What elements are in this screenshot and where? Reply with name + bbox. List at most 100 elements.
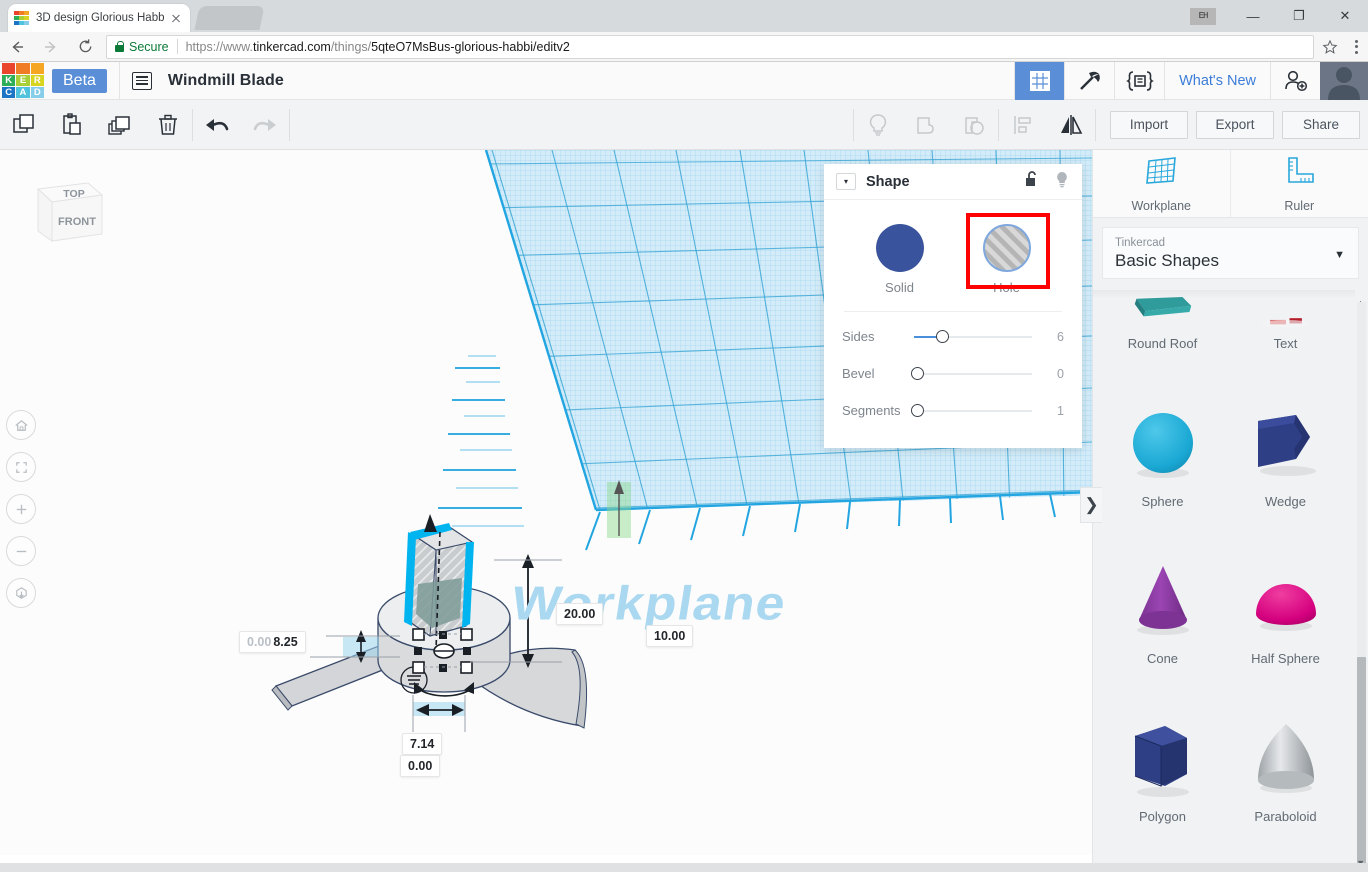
zoom-in-icon[interactable] <box>6 494 36 524</box>
segments-slider[interactable] <box>911 403 1032 418</box>
avatar[interactable] <box>1320 61 1368 100</box>
shape-panel-divider <box>844 311 1062 312</box>
browser-menu-icon[interactable] <box>1344 32 1368 62</box>
tinkercad-top-bar: K E R C A D Beta Windmill Blade What's N… <box>0 61 1368 100</box>
undo-icon[interactable] <box>193 100 241 150</box>
copy-icon[interactable] <box>0 100 48 150</box>
cone-thumb <box>1136 566 1189 636</box>
shape-inspector-panel: ▾ Shape Solid Hole Sides 6 Bevel 0 Segme… <box>824 164 1082 448</box>
close-window-button[interactable]: ✕ <box>1322 0 1368 32</box>
sphere-thumb <box>1132 412 1193 478</box>
fit-icon[interactable] <box>6 452 36 482</box>
segments-slider-row: Segments 1 <box>838 392 1068 429</box>
minimize-button[interactable]: — <box>1230 0 1276 32</box>
window-extra-badge[interactable]: EH <box>1190 7 1216 25</box>
segments-slider-knob[interactable] <box>911 403 924 417</box>
toolbar-divider-2 <box>289 108 290 141</box>
unlock-icon[interactable] <box>1024 170 1040 193</box>
bevel-slider-knob[interactable] <box>911 366 924 380</box>
trash-icon[interactable] <box>144 100 192 150</box>
reload-button[interactable] <box>68 32 102 62</box>
bevel-slider[interactable] <box>911 366 1032 381</box>
hole-swatch[interactable]: Hole <box>964 216 1050 301</box>
sides-slider-row: Sides 6 <box>838 318 1068 355</box>
sidebar-scrollbar[interactable] <box>1357 302 1366 872</box>
forward-button[interactable] <box>34 32 68 62</box>
import-button[interactable]: Import <box>1110 110 1188 139</box>
duplicate-icon[interactable] <box>96 100 144 150</box>
sides-slider-knob[interactable] <box>936 329 950 343</box>
sides-slider[interactable] <box>914 329 1032 344</box>
zoom-out-icon[interactable] <box>6 536 36 566</box>
tinkercad-logo[interactable]: K E R C A D <box>0 62 46 100</box>
grid-icon[interactable] <box>1014 61 1065 100</box>
lightbulb-icon[interactable] <box>854 100 902 150</box>
solid-swatch[interactable]: Solid <box>857 216 943 301</box>
shape-item-wedge[interactable]: Wedge <box>1224 379 1347 517</box>
project-list-icon[interactable] <box>131 71 152 90</box>
codeblocks-icon[interactable] <box>1114 61 1164 100</box>
export-button[interactable]: Export <box>1196 110 1274 139</box>
shape-item-sphere[interactable]: Sphere <box>1101 379 1224 517</box>
solid-swatch-circle <box>875 224 924 272</box>
address-bar[interactable]: Secure https://www.tinkercad.com/things/… <box>106 34 1314 59</box>
new-tab-ghost[interactable] <box>194 6 265 30</box>
workplane-tool[interactable]: Workplane <box>1093 150 1231 217</box>
shape-item-polygon[interactable]: Polygon <box>1101 694 1224 832</box>
collapse-panel-button[interactable]: ❯ <box>1080 487 1102 523</box>
shape-blob-icon[interactable] <box>902 100 950 150</box>
ruler-tool[interactable]: Ruler <box>1231 150 1368 217</box>
hole-swatch-circle <box>982 224 1031 272</box>
shape-label-sphere: Sphere <box>1141 493 1184 509</box>
share-button[interactable]: Share <box>1282 110 1360 139</box>
ruler-icon <box>1279 155 1319 194</box>
dimension-pos-x: 0.00 <box>247 635 272 649</box>
shape-item-round-roof[interactable]: Round Roof <box>1101 297 1224 359</box>
browser-tab-bar: 3D design Glorious Habb EH — ❐ ✕ <box>0 0 1368 32</box>
tinkercad-favicon <box>14 10 29 26</box>
dimension-depth-000[interactable]: 0.00 <box>400 755 441 777</box>
back-button[interactable] <box>0 32 34 62</box>
mirror-icon[interactable] <box>1047 100 1095 150</box>
page-title[interactable]: Windmill Blade <box>168 72 284 90</box>
bookmark-star-icon[interactable] <box>1316 32 1344 62</box>
maximize-button[interactable]: ❐ <box>1276 0 1322 32</box>
redo-icon[interactable] <box>241 100 289 150</box>
shape-panel-header-icons <box>1024 170 1070 193</box>
pickaxe-icon[interactable] <box>1064 61 1114 100</box>
shape-item-cone[interactable]: Cone <box>1101 536 1224 674</box>
shape-library-select[interactable]: Tinkercad Basic Shapes ▼ <box>1102 227 1359 279</box>
sides-value: 6 <box>1057 329 1064 344</box>
library-name: Basic Shapes <box>1115 250 1219 270</box>
view-cube[interactable]: TOP FRONT <box>22 175 108 258</box>
whats-new-link[interactable]: What's New <box>1164 61 1270 100</box>
close-tab-icon[interactable] <box>168 10 184 26</box>
ortho-icon[interactable] <box>6 578 36 608</box>
shape-item-text[interactable]: Text <box>1224 297 1347 359</box>
sidebar-scroll-thumb[interactable] <box>1357 657 1366 872</box>
lightbulb-icon[interactable] <box>1054 170 1070 193</box>
shape-label-paraboloid: Paraboloid <box>1254 808 1317 824</box>
shapes-grid: Round Roof Text Sphere Wedge Cone Half S… <box>1093 297 1355 872</box>
workplane-icon <box>1141 155 1181 194</box>
align-icon[interactable] <box>999 100 1047 150</box>
shape-label-half-sphere: Half Sphere <box>1251 651 1320 667</box>
dimension-position-xy[interactable]: 0.00 8.25 <box>239 631 306 653</box>
dimension-height-20[interactable]: 20.00 <box>556 603 604 625</box>
dimension-width-714[interactable]: 7.14 <box>402 733 443 755</box>
home-icon[interactable] <box>6 410 36 440</box>
bevel-value: 0 <box>1057 366 1064 381</box>
segments-value: 1 <box>1057 403 1064 418</box>
segments-label: Segments <box>842 403 901 418</box>
shape-circle-blob-icon[interactable] <box>950 100 998 150</box>
browser-tab[interactable]: 3D design Glorious Habb <box>8 4 190 32</box>
shape-panel-header: ▾ Shape <box>824 164 1082 200</box>
shape-item-half-sphere[interactable]: Half Sphere <box>1224 536 1347 674</box>
dimension-offset-10[interactable]: 10.00 <box>646 625 694 647</box>
chevron-down-icon[interactable]: ▾ <box>836 173 856 190</box>
paste-icon[interactable] <box>48 100 96 150</box>
round-roof-thumb <box>1134 297 1191 317</box>
add-user-icon[interactable] <box>1270 61 1320 100</box>
shape-item-paraboloid[interactable]: Paraboloid <box>1224 694 1347 832</box>
topbar-divider <box>118 61 120 100</box>
